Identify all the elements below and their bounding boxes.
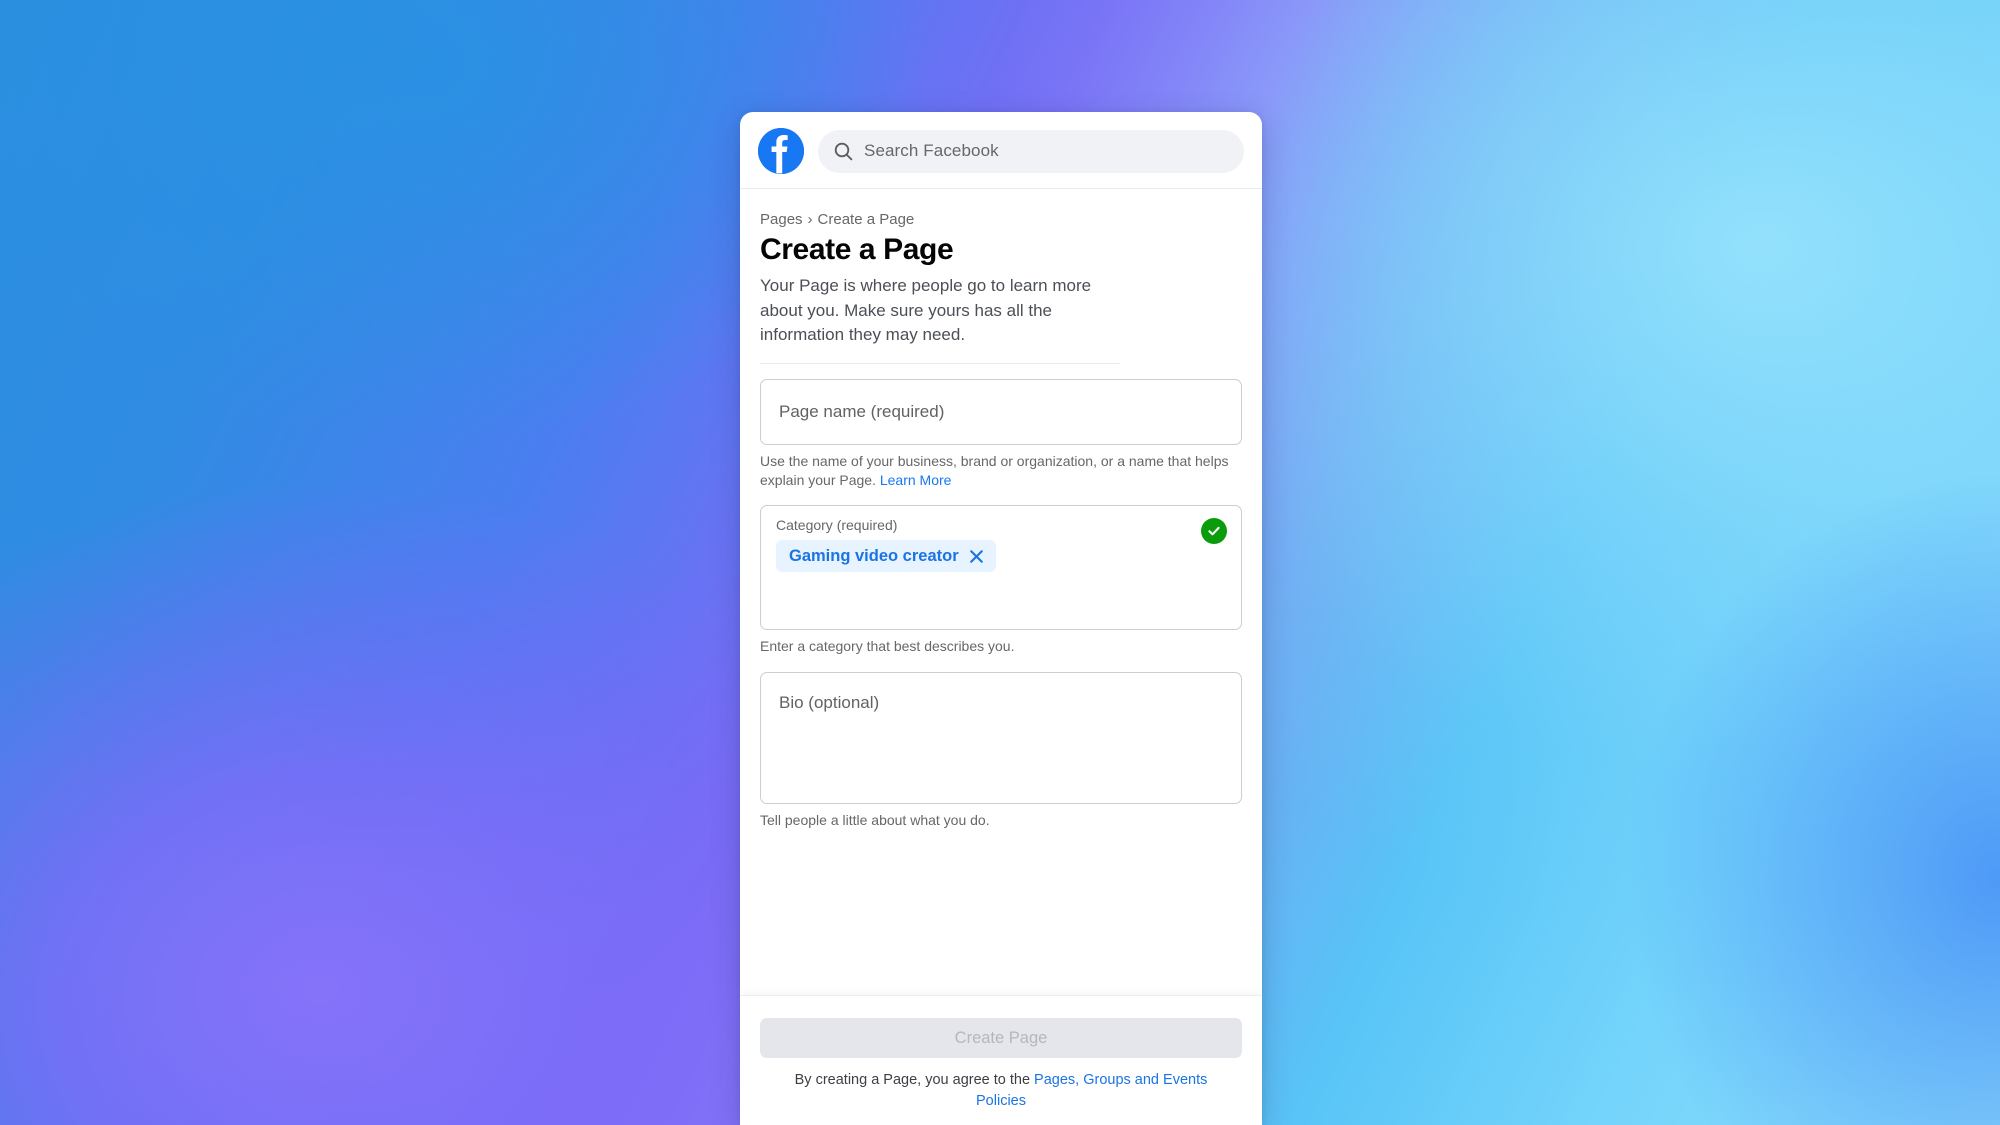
search-icon	[834, 142, 853, 161]
bio-placeholder: Bio (optional)	[779, 692, 880, 712]
page-name-placeholder: Page name (required)	[779, 401, 945, 421]
chevron-right-icon: ›	[807, 211, 813, 228]
page-name-helper: Use the name of your business, brand or …	[760, 452, 1230, 491]
page-title: Create a Page	[760, 233, 954, 266]
learn-more-link[interactable]: Learn More	[880, 472, 952, 488]
category-chip-label: Gaming video creator	[789, 546, 959, 565]
page-name-helper-text: Use the name of your business, brand or …	[760, 452, 1229, 489]
page-name-field-block: Page name (required) Use the name of you…	[760, 378, 1242, 491]
check-circle-icon	[1201, 518, 1227, 545]
close-icon[interactable]	[969, 548, 985, 564]
search-input[interactable]: Search Facebook	[818, 129, 1244, 173]
bio-helper: Tell people a little about what you do.	[760, 811, 990, 828]
form-footer: Create Page By creating a Page, you agre…	[740, 995, 1262, 1125]
create-page-button[interactable]: Create Page	[760, 1018, 1242, 1059]
terms-text: By creating a Page, you agree to the Pag…	[760, 1070, 1242, 1111]
bio-field-block: Bio (optional) Tell people a little abou…	[760, 671, 1242, 830]
app-header: Search Facebook	[740, 112, 1262, 189]
breadcrumb: Pages › Create a Page	[760, 211, 1242, 228]
search-placeholder: Search Facebook	[864, 141, 999, 160]
bio-input[interactable]: Bio (optional)	[760, 671, 1242, 804]
create-page-card: Search Facebook Pages › Create a Page Crea…	[740, 112, 1262, 1125]
facebook-logo-icon[interactable]	[758, 128, 804, 174]
page-name-input[interactable]: Page name (required)	[760, 378, 1242, 445]
category-chip: Gaming video creator	[776, 540, 996, 573]
form-scroll-area: Pages › Create a Page Create a Page Your P…	[740, 189, 1262, 995]
page-description: Your Page is where people go to learn mo…	[760, 274, 1120, 364]
terms-prefix: By creating a Page, you agree to the	[794, 1072, 1035, 1089]
category-helper: Enter a category that best describes you…	[760, 638, 1015, 655]
category-label: Category (required)	[776, 517, 898, 534]
breadcrumb-item-current: Create a Page	[817, 211, 915, 228]
category-field-block: Category (required) Gaming video creator	[760, 505, 1242, 656]
category-input[interactable]: Category (required) Gaming video creator	[760, 505, 1242, 631]
breadcrumb-item-pages[interactable]: Pages	[760, 211, 803, 228]
